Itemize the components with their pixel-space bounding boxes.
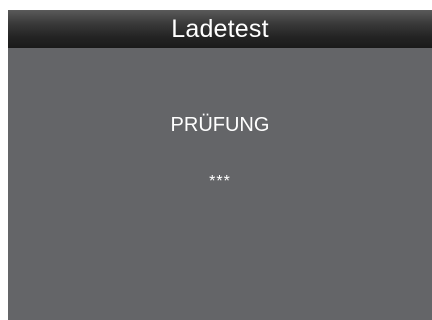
progress-indicator: *** — [209, 173, 231, 190]
status-message: PRÜFUNG — [170, 114, 270, 136]
screen-title: Ladetest — [171, 14, 269, 43]
title-bar: Ladetest — [8, 10, 432, 48]
device-screen: Ladetest PRÜFUNG *** — [8, 10, 432, 320]
